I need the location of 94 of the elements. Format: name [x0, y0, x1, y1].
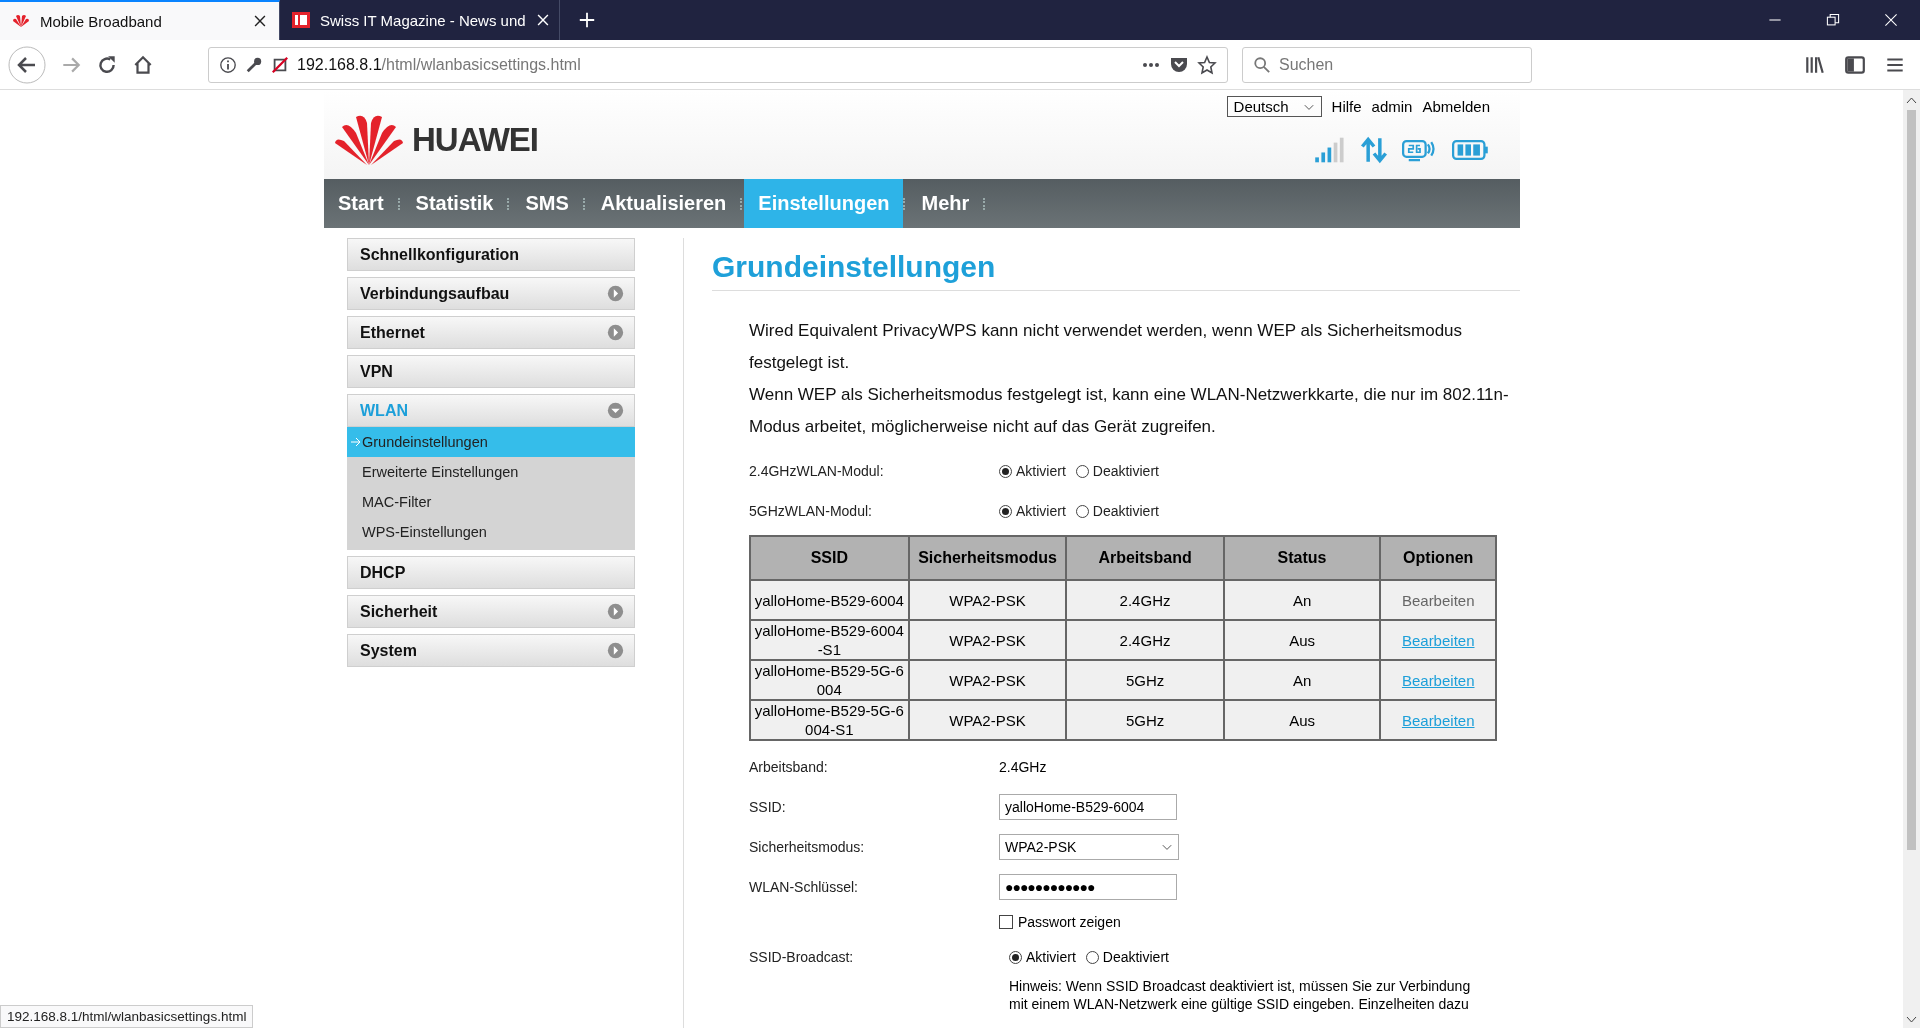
nav-tab[interactable]: SMS: [511, 179, 583, 228]
table-cell: Aus: [1223, 700, 1381, 740]
back-icon[interactable]: [8, 45, 46, 84]
info-text: Wenn WEP als Sicherheitsmodus festgelegt ist, kann eine WLAN-Netzwerkkarte, die nur im 802.11n-Modus arbeitet, möglicherweise nicht auf das Gerät zugreifen.: [749, 384, 1509, 438]
language-select[interactable]: Deutsch: [1226, 96, 1322, 117]
expand-icon[interactable]: [607, 285, 624, 302]
scroll-down-icon[interactable]: [1906, 1016, 1917, 1024]
column-header: Status: [1223, 536, 1381, 580]
reload-icon[interactable]: [96, 53, 118, 76]
home-icon[interactable]: [132, 53, 154, 76]
nav-tab[interactable]: Aktualisieren: [586, 179, 741, 228]
sidebar-item[interactable]: System: [347, 634, 635, 667]
field-label: Sicherheitsmodus:: [749, 839, 866, 855]
field-label: SSID-Broadcast:: [749, 949, 855, 965]
sidebar-item[interactable]: DHCP: [347, 556, 635, 589]
table-cell: WPA2-PSK: [908, 660, 1067, 700]
password-field[interactable]: ●●●●●●●●●●●●: [999, 874, 1177, 900]
table-cell: An: [1223, 660, 1381, 700]
field-value: 2.4GHz: [999, 759, 1047, 775]
header-link[interactable]: Abmelden: [1422, 98, 1490, 115]
radio-label: Deaktiviert: [1102, 949, 1169, 965]
address-bar[interactable]: 192.168.8.1/html/wlanbasicsettings.html: [208, 46, 1228, 83]
security-select[interactable]: WPA2-PSK: [999, 834, 1179, 860]
field-label: Arbeitsband:: [749, 759, 829, 775]
expand-icon[interactable]: [607, 603, 624, 620]
ssid-field[interactable]: yalloHome-B529-6004: [999, 794, 1177, 820]
magazine-icon: [292, 12, 310, 28]
scroll-up-icon[interactable]: [1906, 96, 1917, 104]
table-cell: yalloHome-B529-6004: [750, 580, 909, 620]
radio-label: Deaktiviert: [1092, 463, 1159, 479]
nav-tab[interactable]: Mehr: [907, 179, 984, 228]
sidebar-subitem[interactable]: WPS-Einstellungen: [347, 517, 635, 547]
hint-text: Hinweis: Wenn SSID Broadcast deaktiviert ist, müssen Sie zur Verbindung: [1009, 977, 1472, 995]
key-icon[interactable]: [245, 55, 263, 74]
checkbox[interactable]: [999, 915, 1013, 929]
browser-tab[interactable]: Swiss IT Magazine - News und: [280, 0, 560, 40]
sidebar-subitem[interactable]: MAC-Filter: [347, 487, 635, 517]
column-header: Sicherheitsmodus: [908, 536, 1067, 580]
arrow-icon: [350, 437, 362, 447]
flower-icon: [12, 13, 30, 29]
info-icon[interactable]: [219, 55, 237, 74]
close-icon[interactable]: [253, 14, 267, 28]
nav-tab[interactable]: Start: [324, 179, 398, 228]
nav-tab[interactable]: Statistik: [401, 179, 508, 228]
radio-label: Deaktiviert: [1092, 503, 1159, 519]
expand-icon[interactable]: [607, 642, 624, 659]
sidebar-subitem[interactable]: Erweiterte Einstellungen: [347, 457, 635, 487]
info-text: Wired Equivalent PrivacyWPS kann nicht verwendet werden, wenn WEP als Sicherheitsmodus festgelegt ist.: [749, 320, 1464, 374]
column-header: Arbeitsband: [1066, 536, 1224, 580]
table-cell: 2.4GHz: [1066, 620, 1224, 660]
table-cell: 2.4GHz: [1066, 580, 1224, 620]
table-cell: 5GHz: [1066, 660, 1224, 700]
browser-tab[interactable]: Mobile Broadband: [0, 0, 280, 40]
table-cell: yalloHome-B529-5G-6004-S1: [750, 700, 909, 740]
table-cell: Aus: [1223, 620, 1381, 660]
table-cell: An: [1223, 580, 1381, 620]
sidebar-icon[interactable]: [1844, 53, 1866, 76]
header-link[interactable]: admin: [1371, 98, 1413, 115]
brand-name: HUAWEI: [412, 120, 538, 159]
sidebar-item[interactable]: VPN: [347, 355, 635, 388]
sidebar-item[interactable]: Sicherheit: [347, 595, 635, 628]
column-header: Optionen: [1380, 536, 1496, 580]
status-bar: 192.168.8.1/html/wlanbasicsettings.html: [0, 1005, 254, 1028]
blocked-icon[interactable]: [271, 55, 289, 74]
field-label: 5GHzWLAN-Modul:: [749, 503, 873, 519]
radio-label: Aktiviert: [1016, 503, 1066, 519]
collapse-icon[interactable]: [607, 402, 624, 419]
scrollbar-thumb[interactable]: [1907, 110, 1916, 850]
column-header: SSID: [750, 536, 909, 580]
table-cell: 5GHz: [1066, 700, 1224, 740]
search-icon[interactable]: [1253, 55, 1271, 74]
sidebar-item[interactable]: Schnellkonfiguration: [347, 238, 635, 271]
field-label: SSID:: [749, 799, 787, 815]
checkbox-label: Passwort zeigen: [1018, 914, 1121, 930]
sidebar-item[interactable]: Ethernet: [347, 316, 635, 349]
expand-icon[interactable]: [607, 324, 624, 341]
restore-icon[interactable]: [1826, 13, 1840, 27]
plus-icon[interactable]: [578, 11, 596, 29]
header-link[interactable]: Hilfe: [1331, 98, 1362, 115]
table-cell: WPA2-PSK: [908, 700, 1067, 740]
radio-label: Aktiviert: [1026, 949, 1076, 965]
radio-label: Aktiviert: [1016, 463, 1066, 479]
field-label: WLAN-Schlüssel:: [749, 879, 859, 895]
page-title: Grundeinstellungen: [712, 250, 1520, 291]
search-field[interactable]: Suchen: [1242, 46, 1532, 83]
sidebar-item[interactable]: Verbindungsaufbau: [347, 277, 635, 310]
star-icon[interactable]: [1197, 54, 1217, 75]
field-label: 2.4GHzWLAN-Modul:: [749, 463, 885, 479]
table-cell: WPA2-PSK: [908, 620, 1067, 660]
close-icon[interactable]: [535, 13, 550, 27]
sidebar-subitem[interactable]: Grundeinstellungen: [347, 427, 635, 457]
transfer-icon[interactable]: [1360, 136, 1388, 164]
hint-text: mit einem WLAN-Netzwerk eine gültige SSID eingeben. Einzelheiten dazu: [1009, 995, 1470, 1013]
table-cell: WPA2-PSK: [908, 580, 1067, 620]
